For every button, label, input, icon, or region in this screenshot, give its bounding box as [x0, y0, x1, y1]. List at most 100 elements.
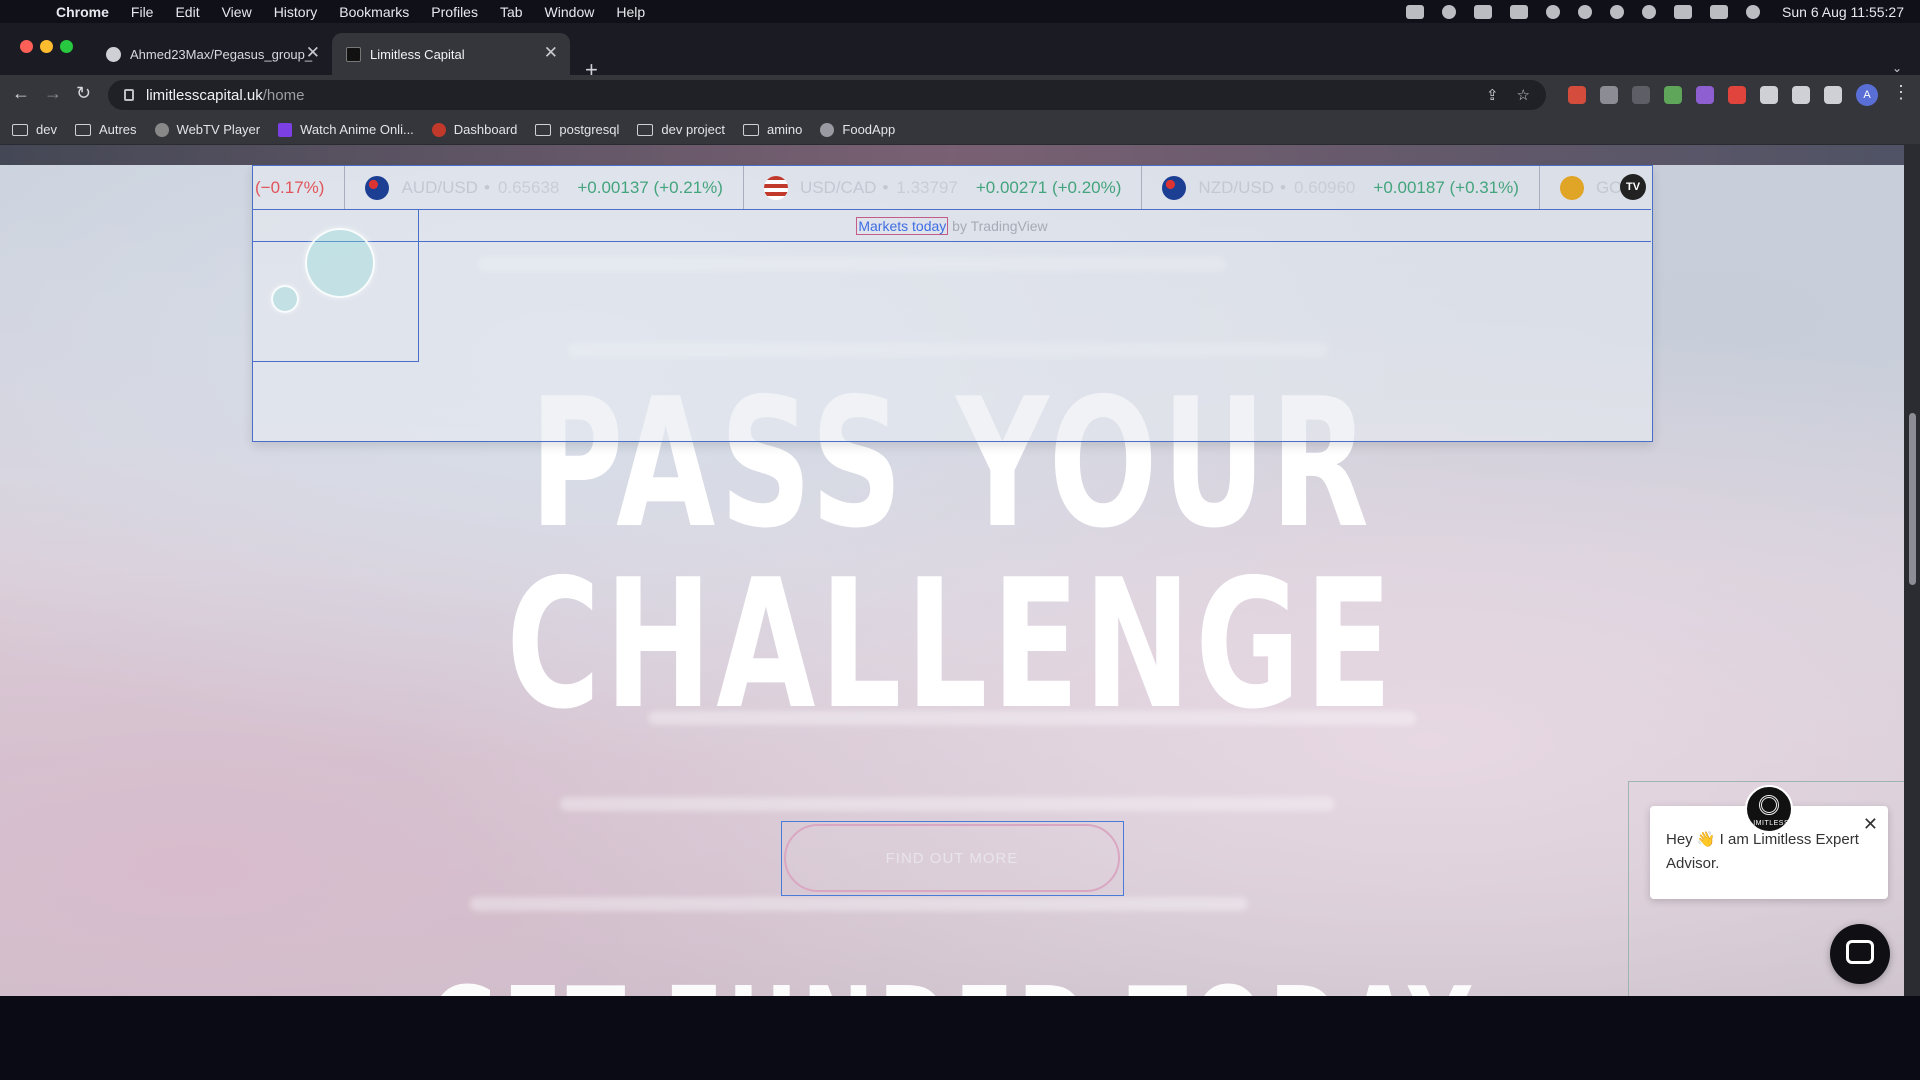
minimize-window-button[interactable] [40, 40, 53, 53]
menu-help[interactable]: Help [616, 4, 645, 20]
menu-profiles[interactable]: Profiles [431, 4, 478, 20]
zoom-window-button[interactable] [60, 40, 73, 53]
highlight-box [253, 210, 419, 362]
back-arrow-icon[interactable]: ← [12, 83, 30, 104]
menu-window[interactable]: Window [545, 4, 595, 20]
chat-launcher-button[interactable] [1830, 924, 1890, 984]
markets-today-link[interactable]: Markets today [856, 217, 949, 235]
bookmark-autres[interactable]: Autres [74, 122, 137, 137]
close-window-button[interactable] [20, 40, 33, 53]
gmail-extension-icon[interactable] [1568, 86, 1586, 104]
tradingview-copyright: Markets today by TradingView [253, 210, 1651, 242]
hand-extension-icon[interactable] [1728, 86, 1746, 104]
tradingview-logo-icon[interactable]: TV [1620, 174, 1646, 200]
tree-extension-icon[interactable] [1664, 86, 1682, 104]
more-menu-icon[interactable]: ⋮ [1892, 82, 1910, 103]
bookmark-label: dev [36, 122, 57, 137]
siri-icon[interactable] [1746, 4, 1761, 19]
control-center-icon[interactable] [1710, 4, 1729, 19]
bookmark-label: postgresql [559, 122, 620, 137]
chat-avatar: LIMITLESS [1745, 785, 1793, 833]
menu-edit[interactable]: Edit [175, 4, 199, 20]
play-icon[interactable] [1610, 4, 1625, 19]
ticker-item[interactable]: USD/CAD • 1.33797 +0.00271 (+0.20%) [744, 166, 1143, 209]
bookmark-label: Dashboard [453, 122, 518, 137]
tab-title: Ahmed23Max/Pegasus_group_ [130, 46, 313, 62]
ticker-item[interactable]: NZD/USD • 0.60960 +0.00187 (+0.31%) [1142, 166, 1540, 209]
folder-icon [12, 123, 28, 136]
reload-icon[interactable]: ↻ [76, 83, 91, 104]
close-icon[interactable]: ✕ [1863, 812, 1878, 836]
address-bar[interactable]: limitlesscapital.uk/home ⇪ ☆ [108, 80, 1546, 110]
close-tab-icon[interactable]: ✕ [306, 43, 320, 63]
ticker-item[interactable]: (−0.17%) [253, 166, 346, 209]
tab-github[interactable]: Ahmed23Max/Pegasus_group_ ✕ [92, 33, 332, 75]
tab-strip: Ahmed23Max/Pegasus_group_ ✕ Limitless Ca… [0, 23, 1920, 82]
ticker-separator: • [1279, 177, 1286, 197]
reading-list-icon[interactable] [1792, 86, 1810, 104]
cta-outline: FIND OUT MORE [781, 821, 1124, 896]
airdrop-icon[interactable] [1642, 4, 1657, 19]
bluetooth-icon[interactable] [1674, 4, 1693, 19]
menu-view[interactable]: View [222, 4, 252, 20]
side-panel-icon[interactable] [1824, 86, 1842, 104]
bookmark-foodapp[interactable]: FoodApp [820, 122, 895, 137]
bookmark-dashboard[interactable]: Dashboard [431, 122, 518, 137]
ticker-price: 1.33797 [896, 177, 958, 197]
usa-flag-icon [763, 175, 788, 200]
bookmark-label: amino [766, 122, 803, 137]
profile-avatar[interactable]: A [1856, 84, 1878, 106]
icloud-icon[interactable] [1474, 4, 1493, 19]
ticker-symbol: AUD/USD [401, 177, 478, 197]
wifi-icon[interactable] [1546, 4, 1561, 19]
puzzle-icon[interactable] [1760, 86, 1778, 104]
creative-cloud-icon[interactable] [1406, 4, 1425, 19]
keyboard-icon[interactable] [1510, 4, 1529, 19]
url-host: limitlesscapital.uk [146, 86, 263, 104]
play-icon [278, 122, 293, 137]
hero-subheading: GET FUNDED TODAY [266, 963, 1637, 996]
bookmark-dev-project[interactable]: dev project [637, 122, 725, 137]
folder-icon [637, 123, 654, 136]
menu-app-name[interactable]: Chrome [56, 4, 109, 20]
bookmark-label: FoodApp [842, 122, 896, 137]
folder-icon [535, 123, 552, 136]
bookmark-watch-anime[interactable]: Watch Anime Onli... [278, 122, 414, 137]
menu-tab[interactable]: Tab [500, 4, 523, 20]
macos-menu-bar: Chrome File Edit View History Bookmarks … [0, 0, 1920, 23]
menu-file[interactable]: File [131, 4, 154, 20]
menu-bookmarks[interactable]: Bookmarks [339, 4, 409, 20]
forward-arrow-icon[interactable]: → [44, 83, 62, 104]
bottle-extension-icon[interactable] [1632, 86, 1650, 104]
bubble-decoration [271, 285, 299, 313]
share-icon[interactable]: ⇪ [1486, 86, 1499, 104]
lock-icon[interactable] [124, 89, 134, 101]
bookmark-amino[interactable]: amino [742, 122, 803, 137]
headphones-icon[interactable] [1578, 4, 1593, 19]
web-page: PASS YOUR CHALLENGE GET FUNDED TODAY FIN… [0, 145, 1904, 996]
bookmark-webtv-player[interactable]: WebTV Player [154, 122, 260, 137]
ticker-change: +0.00187 (+0.31%) [1373, 177, 1519, 197]
m-extension-icon[interactable] [1600, 86, 1618, 104]
bookmark-star-icon[interactable]: ☆ [1517, 86, 1530, 104]
page-scrollbar[interactable] [1904, 145, 1920, 996]
ticker-symbol: NZD/USD [1198, 177, 1274, 197]
bookmark-dev[interactable]: dev [12, 122, 57, 137]
user-status-icon[interactable] [1442, 4, 1457, 19]
menu-history[interactable]: History [274, 4, 318, 20]
close-tab-icon[interactable]: ✕ [544, 43, 558, 63]
ticker-item[interactable]: AUD/USD • 0.65638 +0.00137 (+0.21%) [345, 166, 744, 209]
tab-search-chevron-icon[interactable]: ⌄ [1892, 61, 1902, 75]
scrollbar-thumb[interactable] [1909, 413, 1916, 585]
header-strip [0, 145, 1904, 165]
bookmark-postgresql[interactable]: postgresql [535, 122, 619, 137]
menubar-clock[interactable]: Sun 6 Aug 11:55:27 [1782, 4, 1904, 20]
ticker-change: +0.00137 (+0.21%) [577, 177, 723, 197]
brackets-extension-icon[interactable] [1696, 86, 1714, 104]
globe-icon [820, 122, 835, 137]
ticker-tape[interactable]: (−0.17%) AUD/USD • 0.65638 +0.00137 (+0.… [253, 166, 1651, 210]
dashboard-icon [431, 122, 446, 137]
find-out-more-button[interactable]: FIND OUT MORE [784, 824, 1120, 892]
tab-limitless-capital[interactable]: Limitless Capital ✕ [332, 33, 570, 75]
browser-toolbar: ← → ↻ limitlesscapital.uk/home ⇪ ☆ A ⋮ [0, 75, 1920, 115]
